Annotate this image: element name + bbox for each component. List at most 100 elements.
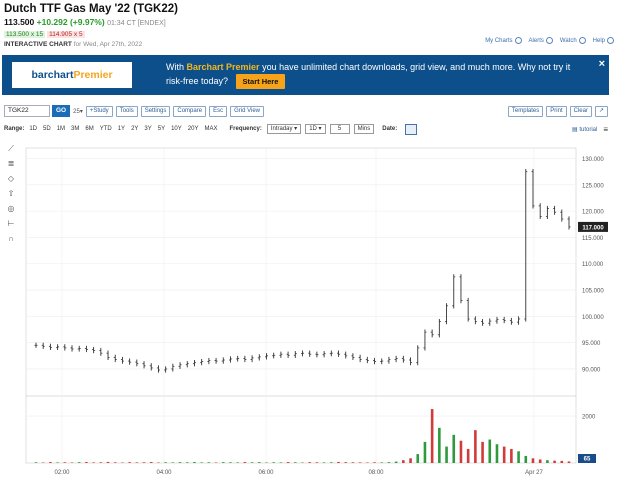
bid-badge: 113.500 x 15	[4, 31, 46, 38]
range-6m[interactable]: 6M	[85, 126, 93, 132]
count-input[interactable]: 5	[329, 124, 350, 134]
volume-bar	[279, 462, 283, 463]
range-bar: Range: 1D 5D 1M 3M 6M YTD 1Y 2Y 3Y 5Y 10…	[4, 123, 608, 135]
start-here-button[interactable]: Start Here	[235, 74, 286, 89]
x-tick-label: 08:00	[368, 470, 384, 476]
range-1y[interactable]: 1Y	[118, 126, 125, 132]
my-charts-label: My Charts	[485, 37, 513, 44]
expand-icon[interactable]: ↗	[594, 105, 608, 117]
quote-time: 01:34 CT [ENDEX]	[107, 20, 166, 27]
banner-close-button[interactable]: ×	[599, 58, 605, 70]
premier-banner: barchart Premier With Barchart Premier yo…	[2, 55, 609, 95]
volume-bar	[221, 462, 225, 463]
compare-button[interactable]: Compare	[173, 105, 207, 117]
range-3y[interactable]: 3Y	[144, 126, 151, 132]
volume-bar	[510, 448, 513, 463]
x-tick-label: Apr 27	[525, 470, 543, 476]
watch-link[interactable]: Watch	[560, 37, 586, 44]
menu-icon[interactable]: ≡	[603, 125, 608, 134]
frequency-select[interactable]: Intraday ▾	[266, 124, 302, 134]
volume-bar	[63, 462, 67, 463]
banner-msg-highlight: Barchart Premier	[186, 62, 260, 72]
volume-bar	[113, 462, 117, 463]
volume-bar	[402, 460, 405, 463]
my-charts-link[interactable]: My Charts	[485, 37, 522, 44]
interval-value: 25	[73, 108, 80, 115]
study-button[interactable]: +Study	[85, 105, 113, 117]
volume-bar	[351, 462, 355, 463]
volume-bar	[128, 462, 131, 463]
chart-title-label: INTERACTIVE CHART	[4, 41, 72, 48]
volume-bar	[34, 462, 38, 463]
y-tick-label: 105.000	[582, 289, 604, 295]
grid-view-button[interactable]: Grid View	[230, 105, 264, 117]
price-change: +10.292 (+9.97%)	[36, 17, 105, 27]
price-chart[interactable]: 90.000 95.000 100.000 105.000 110.000 115.000…	[4, 140, 610, 480]
range-20y[interactable]: 20Y	[188, 126, 199, 132]
watch-label: Watch	[559, 37, 577, 44]
print-button[interactable]: Print	[546, 105, 567, 117]
volume-bar	[524, 455, 528, 463]
volume-bar	[315, 462, 319, 463]
chart-icon	[514, 37, 522, 44]
templates-button[interactable]: Templates	[507, 105, 544, 117]
volume-bar	[337, 461, 340, 463]
volume-bar	[229, 462, 232, 463]
volume-bar	[257, 462, 261, 463]
tutorial-link[interactable]: ▤ tutorial	[572, 126, 597, 133]
range-5y[interactable]: 5Y	[158, 126, 165, 132]
volume-bar	[560, 460, 564, 463]
esc-button[interactable]: Esc	[209, 105, 228, 117]
alerts-label: Alerts	[528, 37, 544, 44]
volume-bar	[416, 454, 420, 463]
y-tick-label: 110.000	[582, 262, 604, 268]
volume-bar	[200, 462, 203, 463]
volume-bar	[77, 462, 81, 463]
settings-button[interactable]: Settings	[140, 105, 171, 117]
range-1m[interactable]: 1M	[57, 126, 65, 132]
tutorial-icon: ▤	[571, 126, 578, 133]
volume-bar	[185, 462, 189, 463]
period-select[interactable]: 1D ▾	[305, 124, 326, 134]
banner-msg-a: With	[166, 62, 184, 72]
volume-bar	[322, 462, 326, 463]
range-1d[interactable]: 1D	[29, 126, 37, 132]
volume-bar	[474, 430, 477, 463]
calendar-icon[interactable]	[405, 123, 418, 135]
volume-bar	[452, 434, 456, 463]
volume-bar	[135, 462, 139, 463]
range-3m[interactable]: 3M	[71, 126, 79, 132]
range-max[interactable]: MAX	[204, 126, 217, 132]
clear-button[interactable]: Clear	[569, 105, 592, 117]
volume-bar	[502, 446, 506, 463]
logo-text-a: barchart	[31, 69, 74, 81]
help-link[interactable]: Help	[593, 37, 614, 44]
volume-bar	[193, 462, 196, 463]
tools-button[interactable]: Tools	[115, 105, 138, 117]
volume-bar	[272, 462, 275, 463]
alerts-link[interactable]: Alerts	[529, 37, 553, 44]
volume-bar	[488, 439, 492, 463]
range-5d[interactable]: 5D	[43, 126, 51, 132]
range-2y[interactable]: 2Y	[131, 126, 138, 132]
quote-header: Dutch TTF Gas May '22 (TGK22) 113.500 +1…	[4, 3, 616, 53]
volume-last-label: 65	[584, 457, 591, 463]
volume-bar	[567, 461, 571, 463]
volume-bar	[92, 462, 95, 463]
range-10y[interactable]: 10Y	[171, 126, 182, 132]
chart-area: ⟋ ≣ ◇ ⇧ ◎ ⊢ ∩ 90.000 95.000 100.000 105.000…	[4, 140, 610, 480]
chart-toolbar: TGK22 GO 25▾ +Study Tools Settings Compa…	[4, 104, 608, 118]
range-ytd[interactable]: YTD	[100, 126, 112, 132]
x-tick-label: 04:00	[156, 470, 172, 476]
last-price-label: 117.000	[582, 225, 604, 231]
volume-bar	[344, 462, 348, 463]
volume-bar	[546, 460, 549, 463]
volume-bar	[409, 458, 412, 463]
price-line: 113.500 +10.292 (+9.97%) 01:34 CT [ENDEX…	[4, 17, 616, 29]
unit-select[interactable]: Mins	[353, 124, 375, 134]
volume-bar	[481, 441, 484, 463]
symbol-input[interactable]: TGK22	[4, 105, 50, 117]
interval-select[interactable]: 25▾	[73, 108, 83, 115]
y-tick-label: 125.000	[582, 183, 604, 189]
go-button[interactable]: GO	[52, 105, 71, 117]
